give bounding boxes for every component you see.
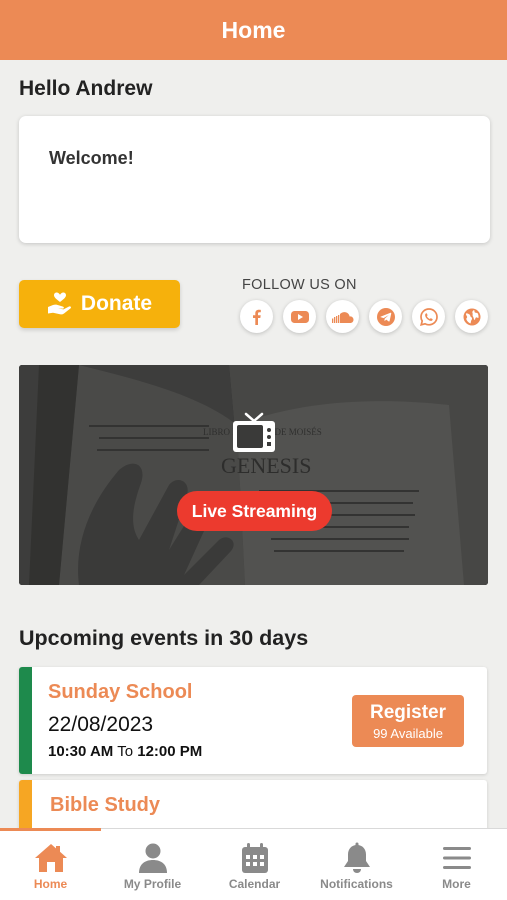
- telegram-link[interactable]: [369, 300, 402, 333]
- event-date: 22/08/2023: [48, 713, 154, 736]
- soundcloud-link[interactable]: [326, 300, 359, 333]
- follow-us-label: FOLLOW US ON: [242, 277, 357, 293]
- tab-label: Home: [33, 877, 68, 891]
- whatsapp-link[interactable]: [412, 300, 445, 333]
- greeting-text: Hello Andrew: [19, 77, 153, 100]
- youtube-link[interactable]: [283, 300, 316, 333]
- tab-my-profile[interactable]: My Profile: [102, 829, 203, 900]
- welcome-card: Welcome!: [19, 116, 490, 243]
- website-link[interactable]: [455, 300, 488, 333]
- donate-label: Donate: [80, 292, 153, 315]
- tab-label: Notifications: [320, 877, 393, 891]
- tab-more[interactable]: More: [406, 829, 507, 900]
- calendar-icon: [241, 841, 269, 875]
- social-links: [240, 300, 488, 333]
- bible-background-image: LIBRO PRIMERO DE MOISÉS GENESIS: [19, 365, 488, 585]
- event-name: Sunday School: [48, 681, 193, 703]
- telegram-icon: [376, 307, 395, 326]
- live-streaming-banner[interactable]: LIBRO PRIMERO DE MOISÉS GENESIS Live Str…: [19, 365, 488, 585]
- tv-icon: [231, 410, 277, 461]
- donate-hand-heart-icon: [47, 292, 73, 316]
- soundcloud-icon: [331, 311, 353, 323]
- tab-home[interactable]: Home: [0, 829, 101, 900]
- event-time: 10:30 AM To 12:00 PM: [48, 743, 202, 760]
- menu-icon: [442, 841, 472, 875]
- event-start-time: 10:30 AM: [48, 743, 114, 760]
- user-icon: [138, 841, 168, 875]
- register-label: Register: [369, 702, 447, 723]
- event-time-separator: To: [117, 743, 134, 760]
- home-icon: [33, 841, 69, 875]
- tab-label: More: [442, 877, 471, 891]
- event-name: Bible Study: [50, 794, 161, 816]
- bell-icon: [342, 841, 372, 875]
- globe-icon: [463, 308, 480, 325]
- live-streaming-label: Live Streaming: [191, 500, 318, 521]
- availability-label: 99 Available: [373, 726, 443, 741]
- register-button[interactable]: Register 99 Available: [352, 695, 464, 747]
- welcome-text: Welcome!: [49, 148, 134, 168]
- event-color-stripe: [19, 667, 32, 774]
- facebook-link[interactable]: [240, 300, 273, 333]
- live-streaming-button[interactable]: Live Streaming: [177, 491, 332, 531]
- tab-label: My Profile: [123, 877, 182, 891]
- event-card[interactable]: Sunday School 22/08/2023 10:30 AM To 12:…: [19, 667, 487, 774]
- youtube-icon: [290, 310, 309, 323]
- whatsapp-icon: [419, 307, 438, 326]
- tab-notifications[interactable]: Notifications: [306, 829, 407, 900]
- page-title: Home: [221, 16, 286, 43]
- events-section-title: Upcoming events in 30 days: [19, 626, 309, 650]
- tab-label: Calendar: [228, 877, 281, 891]
- tab-calendar[interactable]: Calendar: [204, 829, 305, 900]
- top-bar: Home: [0, 0, 507, 60]
- donate-button[interactable]: Donate: [19, 280, 180, 328]
- bottom-tab-bar: Home My Profile Calendar Notifications M…: [0, 828, 507, 900]
- facebook-icon: [252, 309, 261, 325]
- event-end-time: 12:00 PM: [137, 743, 203, 760]
